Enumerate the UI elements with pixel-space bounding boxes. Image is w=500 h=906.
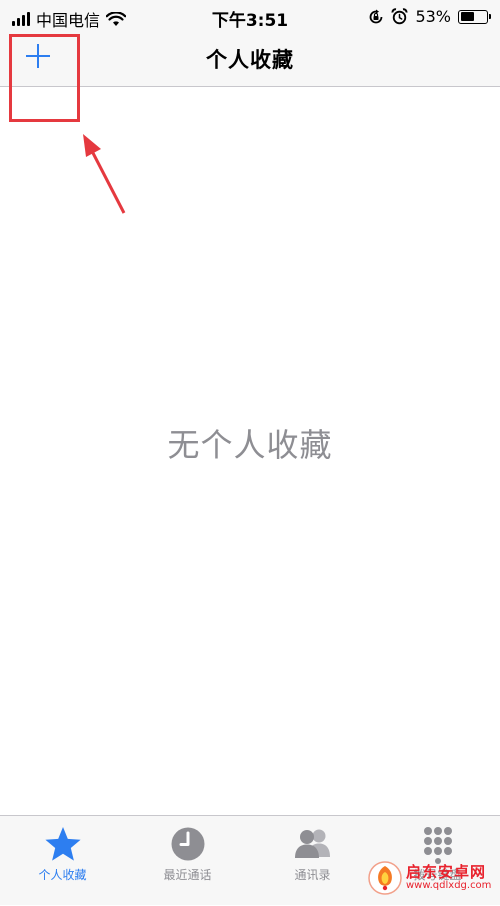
watermark-logo-icon xyxy=(368,861,402,895)
tab-label-recents: 最近通话 xyxy=(163,868,212,882)
contacts-icon xyxy=(295,829,330,858)
tab-label-contacts: 通讯录 xyxy=(294,868,331,882)
orientation-lock-icon xyxy=(370,9,383,23)
watermark: 启东安卓网 www.qdlxdg.com xyxy=(368,858,500,898)
watermark-url: www.qdlxdg.com xyxy=(406,879,492,891)
watermark-text: 启东安卓网 www.qdlxdg.com xyxy=(406,862,492,891)
star-icon xyxy=(45,827,81,861)
status-bar: 中国电信 下午3:51 53% xyxy=(0,0,500,34)
tab-label-favorites: 个人收藏 xyxy=(38,868,87,882)
watermark-name: 启东安卓网 xyxy=(406,862,487,881)
battery-level xyxy=(460,12,474,21)
clock-icon xyxy=(171,827,205,861)
tab-recents[interactable]: 最近通话 xyxy=(125,816,250,906)
empty-state-message: 无个人收藏 xyxy=(167,426,333,464)
tab-favorites[interactable]: 个人收藏 xyxy=(0,816,125,906)
annotation-highlight-box xyxy=(9,34,80,122)
alarm-icon xyxy=(391,8,408,25)
battery-percent: 53% xyxy=(415,7,451,26)
tab-contacts[interactable]: 通讯录 xyxy=(250,816,375,906)
battery-icon xyxy=(458,9,491,24)
status-right: 53% xyxy=(368,7,491,26)
